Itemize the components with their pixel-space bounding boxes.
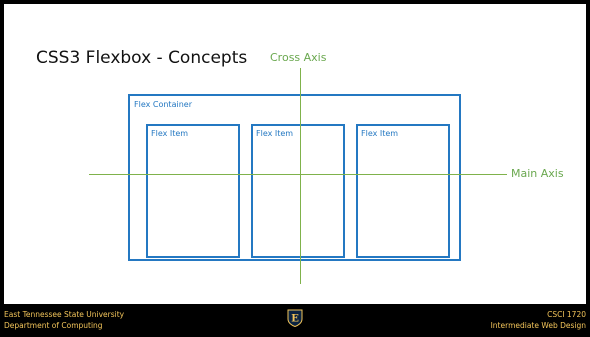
- footer: East Tennessee State University Departme…: [0, 306, 590, 337]
- logo-letter: E: [291, 314, 299, 325]
- department-name: Department of Computing: [4, 321, 103, 330]
- main-axis-line: [89, 174, 507, 175]
- slide-title: CSS3 Flexbox - Concepts: [36, 48, 248, 68]
- flex-item-label: Flex Item: [256, 129, 294, 138]
- flex-item-label: Flex Item: [361, 129, 399, 138]
- slide: CSS3 Flexbox - Concepts Cross Axis Main …: [4, 4, 586, 304]
- course-name: Intermediate Web Design: [490, 321, 586, 330]
- flex-item: Flex Item: [251, 124, 345, 258]
- flex-item: Flex Item: [356, 124, 450, 258]
- flex-item: Flex Item: [146, 124, 240, 258]
- etsu-shield-icon: E: [287, 309, 303, 327]
- cross-axis-label: Cross Axis: [270, 51, 327, 64]
- university-name: East Tennessee State University: [4, 310, 125, 319]
- flex-container-label: Flex Container: [134, 100, 192, 109]
- flex-item-label: Flex Item: [151, 129, 189, 138]
- flex-container: Flex Container Flex Item Flex Item Flex …: [128, 94, 461, 261]
- footer-left: East Tennessee State University Departme…: [4, 309, 124, 331]
- course-number: CSCI 1720: [547, 310, 586, 319]
- footer-right: CSCI 1720 Intermediate Web Design: [491, 309, 586, 331]
- cross-axis-line: [300, 68, 301, 284]
- main-axis-label: Main Axis: [511, 167, 564, 180]
